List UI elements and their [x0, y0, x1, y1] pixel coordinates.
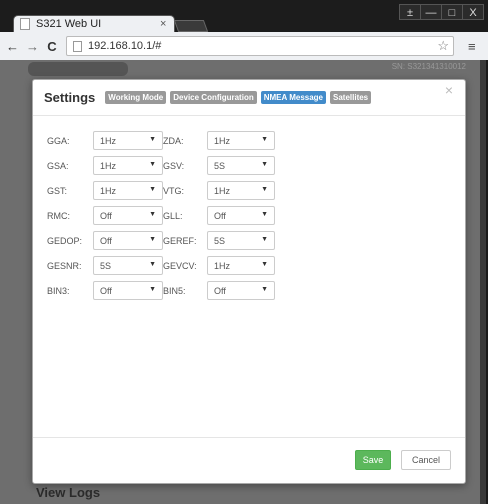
chevron-down-icon: ▼	[149, 186, 156, 193]
chevron-down-icon: ▼	[261, 261, 268, 268]
settings-row: GSA: 1Hz ▼ GSV: 5S ▼	[47, 153, 275, 178]
select-value: 1Hz	[214, 260, 231, 271]
select-value: Off	[100, 285, 112, 296]
setting-label: GEREF:	[163, 235, 197, 246]
setting-select[interactable]: Off ▼	[93, 231, 163, 250]
select-value: Off	[214, 285, 226, 296]
browser-titlebar: S321 Web UI × ± — □ X	[0, 0, 488, 32]
chevron-down-icon: ▼	[149, 136, 156, 143]
setting-label: GST:	[47, 185, 68, 196]
select-value: Off	[214, 210, 226, 221]
window-controls: ± — □ X	[399, 4, 484, 20]
tab-nmea-message[interactable]: NMEA Message	[260, 91, 326, 104]
select-value: 1Hz	[214, 135, 231, 146]
browser-toolbar: ← → C 192.168.10.1/# ☆ ≡	[0, 32, 488, 60]
select-value: 1Hz	[214, 185, 231, 196]
tab-satellites[interactable]: Satellites	[330, 91, 372, 104]
page-icon	[20, 18, 30, 30]
setting-label: GLL:	[163, 210, 183, 221]
nmea-settings-grid: GGA: 1Hz ▼ ZDA: 1Hz ▼ GSA: 1Hz ▼ GSV: 5S ▼ GST: 1Hz ▼ V…	[47, 128, 275, 303]
chevron-down-icon: ▼	[261, 286, 268, 293]
chevron-down-icon: ▼	[149, 161, 156, 168]
select-value: Off	[100, 235, 112, 246]
setting-label: GESNR:	[47, 260, 82, 271]
settings-row: GEDOP: Off ▼ GEREF: 5S ▼	[47, 228, 275, 253]
setting-select[interactable]: 5S ▼	[207, 231, 275, 250]
window-menu-button[interactable]: ±	[399, 4, 421, 20]
setting-label: ZDA:	[163, 135, 184, 146]
chevron-down-icon: ▼	[261, 186, 268, 193]
page-icon	[73, 40, 82, 52]
setting-select[interactable]: 1Hz ▼	[93, 181, 163, 200]
close-window-button[interactable]: X	[462, 4, 484, 20]
serial-number: SN: S321341310012	[391, 62, 466, 71]
setting-label: GSV:	[163, 160, 185, 171]
address-bar[interactable]: 192.168.10.1/# ☆	[66, 36, 454, 56]
settings-row: GGA: 1Hz ▼ ZDA: 1Hz ▼	[47, 128, 275, 153]
setting-label: VTG:	[163, 185, 185, 196]
reload-icon[interactable]: C	[46, 39, 58, 54]
chevron-down-icon: ▼	[261, 136, 268, 143]
chevron-down-icon: ▼	[149, 236, 156, 243]
view-logs-heading: View Logs	[36, 485, 101, 500]
setting-label: GEDOP:	[47, 235, 83, 246]
chevron-down-icon: ▼	[149, 286, 156, 293]
setting-label: BIN5:	[163, 285, 186, 296]
setting-select[interactable]: Off ▼	[207, 206, 275, 225]
chevron-down-icon: ▼	[149, 211, 156, 218]
setting-select[interactable]: 1Hz ▼	[207, 181, 275, 200]
modal-header: Settings Working Mode Device Configurati…	[33, 80, 465, 116]
chevron-down-icon: ▼	[261, 236, 268, 243]
setting-select[interactable]: Off ▼	[207, 281, 275, 300]
settings-row: BIN3: Off ▼ BIN5: Off ▼	[47, 278, 275, 303]
maximize-button[interactable]: □	[441, 4, 463, 20]
tab-title: S321 Web UI	[36, 18, 102, 30]
select-value: Off	[100, 210, 112, 221]
settings-row: GST: 1Hz ▼ VTG: 1Hz ▼	[47, 178, 275, 203]
chevron-down-icon: ▼	[149, 261, 156, 268]
browser-tab[interactable]: S321 Web UI ×	[14, 16, 174, 32]
setting-select[interactable]: 5S ▼	[207, 156, 275, 175]
select-value: 1Hz	[100, 160, 117, 171]
address-text[interactable]: 192.168.10.1/#	[88, 40, 431, 52]
settings-modal: Settings Working Mode Device Configurati…	[32, 79, 466, 484]
select-value: 1Hz	[100, 135, 117, 146]
bookmark-star-icon[interactable]: ☆	[437, 38, 449, 54]
new-tab-button[interactable]	[173, 20, 209, 32]
minimize-button[interactable]: —	[420, 4, 442, 20]
select-value: 1Hz	[100, 185, 117, 196]
setting-select[interactable]: 1Hz ▼	[207, 256, 275, 275]
settings-row: RMC: Off ▼ GLL: Off ▼	[47, 203, 275, 228]
cancel-button[interactable]: Cancel	[401, 450, 451, 470]
tab-close-icon[interactable]: ×	[160, 18, 174, 30]
modal-title: Settings	[44, 90, 96, 105]
setting-label: GEVCV:	[163, 260, 197, 271]
select-value: 5S	[214, 235, 226, 246]
forward-icon[interactable]: →	[26, 39, 39, 54]
back-icon[interactable]: ←	[6, 39, 19, 54]
scrollbar[interactable]	[480, 60, 486, 504]
modal-footer: Save Cancel	[33, 437, 465, 483]
setting-select[interactable]: 1Hz ▼	[93, 131, 163, 150]
setting-label: BIN3:	[47, 285, 70, 296]
setting-select[interactable]: 1Hz ▼	[93, 156, 163, 175]
select-value: 5S	[214, 160, 226, 171]
settings-row: GESNR: 5S ▼ GEVCV: 1Hz ▼	[47, 253, 275, 278]
select-value: 5S	[100, 260, 112, 271]
tab-working-mode[interactable]: Working Mode	[105, 91, 167, 104]
setting-select[interactable]: 1Hz ▼	[207, 131, 275, 150]
setting-select[interactable]: Off ▼	[93, 281, 163, 300]
setting-label: GSA:	[47, 160, 69, 171]
setting-label: RMC:	[47, 210, 70, 221]
tab-device-configuration[interactable]: Device Configuration	[170, 91, 257, 104]
logo	[28, 62, 128, 76]
setting-select[interactable]: 5S ▼	[93, 256, 163, 275]
chevron-down-icon: ▼	[261, 161, 268, 168]
save-button[interactable]: Save	[355, 450, 391, 470]
menu-icon[interactable]: ≡	[468, 39, 484, 54]
setting-label: GGA:	[47, 135, 70, 146]
chevron-down-icon: ▼	[261, 211, 268, 218]
close-icon[interactable]: ×	[445, 82, 453, 98]
setting-select[interactable]: Off ▼	[93, 206, 163, 225]
